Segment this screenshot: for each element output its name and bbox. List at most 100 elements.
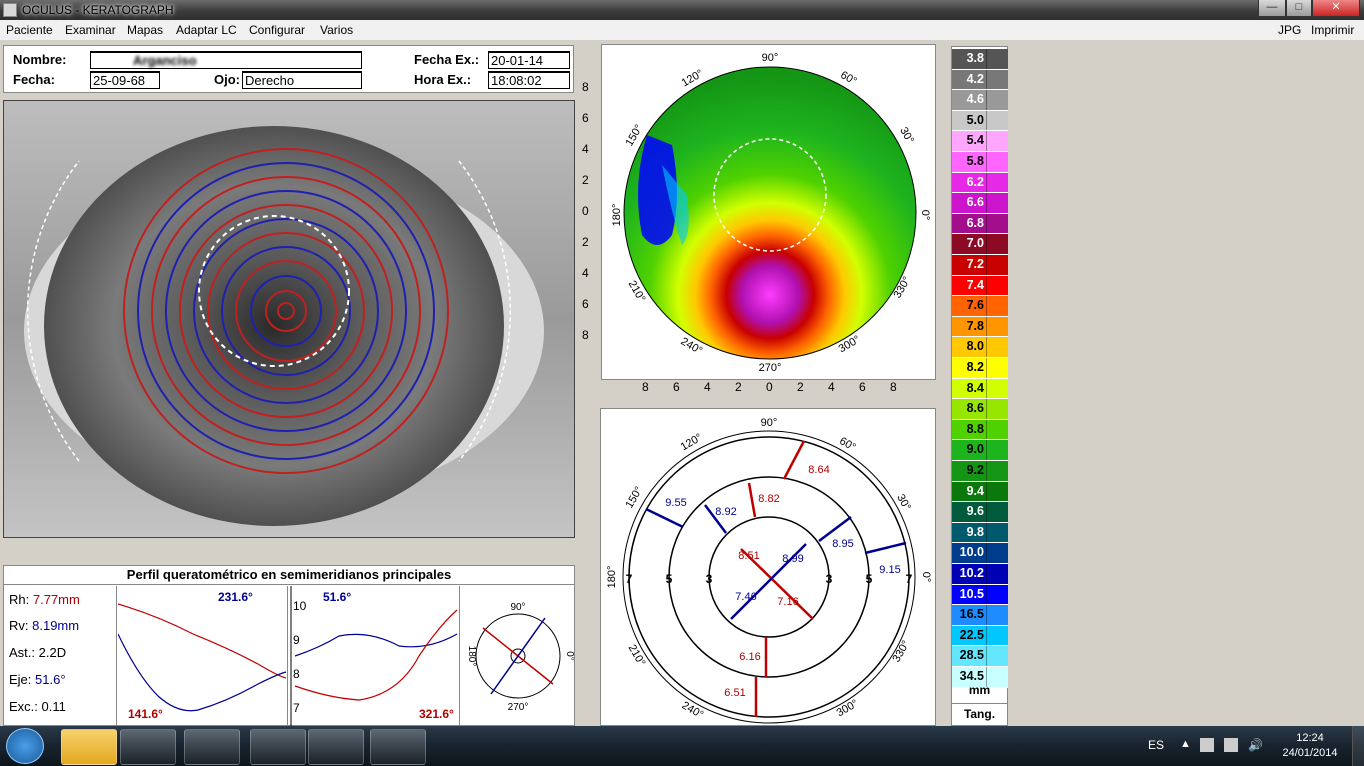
menu-adaptar-lc[interactable]: Adaptar LC — [176, 23, 237, 37]
y-tick: 10 — [293, 599, 307, 613]
chart2-bottom-label: 321.6° — [419, 707, 454, 721]
maximize-button[interactable]: □ — [1286, 0, 1312, 17]
dial-bottom-label: 270° — [508, 702, 529, 713]
media-taskbar-icon[interactable] — [120, 729, 176, 765]
menu-mapas[interactable]: Mapas — [127, 23, 163, 37]
keratometry-value: 7.46 — [735, 591, 756, 603]
show-desktop-button[interactable] — [1352, 726, 1364, 766]
keratometry-value: 6.51 — [724, 687, 745, 699]
scale-value: 3.8 — [966, 51, 984, 65]
menu-varios[interactable]: Varios — [320, 23, 353, 37]
taskbar: ES ▲ 🔊 12:24 24/01/2014 — [0, 726, 1364, 766]
scale-unit[interactable]: mm — [952, 683, 1007, 697]
clock-time[interactable]: 12:24 — [1280, 732, 1340, 744]
y-tick: 6 — [582, 297, 589, 311]
scale-value: 4.2 — [966, 71, 984, 86]
y-tick: 8 — [582, 328, 589, 342]
volume-icon[interactable]: 🔊 — [1248, 738, 1263, 752]
angle-label: 180° — [611, 204, 623, 227]
menu-jpg[interactable]: JPG — [1278, 23, 1301, 37]
y-tick: 2 — [582, 173, 589, 187]
keratometry-value: 9.15 — [879, 564, 900, 576]
scale-cell: 9.0 — [952, 440, 1008, 461]
angle-label: 300° — [835, 698, 861, 720]
y-tick: 8 — [293, 667, 300, 681]
angle-label: 210° — [626, 643, 648, 669]
scale-value: 7.4 — [966, 277, 984, 292]
fecha-field: 25-09-68 — [90, 71, 160, 89]
network-icon[interactable] — [1200, 738, 1214, 752]
scale-cell: 7.8 — [952, 316, 1008, 338]
keratometry-value: 8.92 — [715, 506, 736, 518]
scale-cell: 8.0 — [952, 337, 1008, 358]
menu-configurar[interactable]: Configurar — [249, 23, 305, 37]
scale-cell: 22.5 — [952, 625, 1008, 647]
menu-examinar[interactable]: Examinar — [65, 23, 116, 37]
explorer-taskbar-icon[interactable] — [61, 729, 117, 765]
x-tick: 2 — [797, 380, 804, 394]
scale-cell: 8.8 — [952, 419, 1008, 441]
scale-value: 4.6 — [966, 92, 984, 107]
y-tick: 4 — [582, 142, 589, 156]
scale-cell: 5.8 — [952, 152, 1008, 173]
scale-value: 10.5 — [959, 586, 984, 601]
app3-taskbar-icon[interactable] — [370, 729, 426, 765]
oculus-taskbar-icon[interactable] — [250, 729, 306, 765]
x-tick: 2 — [735, 380, 742, 394]
angle-label: 90° — [762, 52, 779, 64]
scale-cell: 7.6 — [952, 296, 1008, 317]
ring-label: 5 — [666, 572, 673, 586]
profile-title: Perfil queratométrico en semimeridianos … — [4, 566, 574, 585]
scale-mode[interactable]: Tang. — [952, 707, 1007, 721]
y-tick: 8 — [582, 80, 589, 94]
scale-value: 9.6 — [966, 504, 984, 519]
rv-row: Rv: 8.19mm — [9, 618, 80, 633]
ojo-field: Derecho — [242, 71, 362, 89]
hora-ex-field: 18:08:02 — [488, 71, 570, 89]
y-tick: 4 — [582, 266, 589, 280]
angle-label: 120° — [679, 432, 705, 454]
angle-label: 60° — [838, 69, 858, 88]
keratometry-value: 8.82 — [758, 493, 779, 505]
ring-label: 3 — [706, 572, 713, 586]
app-taskbar-icon[interactable] — [184, 729, 240, 765]
title-bar: OCULUS - KERATOGRAPH — □ ✕ — [0, 0, 1364, 20]
keratometry-value: 8.51 — [738, 550, 759, 562]
scale-cell: 4.2 — [952, 69, 1008, 91]
scale-value: 10.0 — [959, 545, 984, 560]
x-tick: 6 — [859, 380, 866, 394]
fecha-label: Fecha: — [13, 72, 55, 87]
keratometry-value: 8.95 — [832, 538, 853, 550]
scale-cell: 10.5 — [952, 584, 1008, 606]
topo-y-axis: 8 6 4 2 0 2 4 6 8 — [582, 80, 600, 350]
app2-taskbar-icon[interactable] — [308, 729, 364, 765]
scale-cell: 7.0 — [952, 234, 1008, 255]
close-button[interactable]: ✕ — [1312, 0, 1360, 17]
flag-icon[interactable] — [1224, 738, 1238, 752]
menu-paciente[interactable]: Paciente — [6, 23, 53, 37]
angle-label: 270° — [759, 362, 782, 374]
scale-cell: 10.0 — [952, 543, 1008, 564]
y-tick: 7 — [293, 701, 300, 715]
clock-date[interactable]: 24/01/2014 — [1280, 747, 1340, 759]
scale-cell: 5.0 — [952, 110, 1008, 132]
scale-cell: 9.2 — [952, 461, 1008, 482]
fecha-ex-field: 20-01-14 — [488, 51, 570, 69]
x-tick: 6 — [673, 380, 680, 394]
scale-cell: 7.2 — [952, 255, 1008, 276]
exc-row: Exc.: 0.11 — [9, 699, 66, 714]
language-indicator[interactable]: ES — [1148, 738, 1164, 752]
tray-arrow-icon[interactable]: ▲ — [1180, 738, 1191, 750]
scale-value: 7.2 — [966, 257, 984, 271]
scale-cell: 8.2 — [952, 358, 1008, 379]
start-button[interactable] — [6, 728, 44, 764]
dial-top-label: 90° — [510, 602, 525, 613]
menu-imprimir[interactable]: Imprimir — [1311, 23, 1354, 37]
scale-cell: 9.6 — [952, 502, 1008, 523]
scale-value: 22.5 — [959, 627, 984, 642]
keratometry-diagram: 90° 60° 30° 0° 330° 300° 240° 210° 180° … — [606, 417, 932, 724]
chart1-top-label: 231.6° — [218, 590, 253, 604]
minimize-button[interactable]: — — [1258, 0, 1286, 17]
chart2-top-label: 51.6° — [323, 590, 351, 604]
ring-label: 3 — [826, 572, 833, 586]
